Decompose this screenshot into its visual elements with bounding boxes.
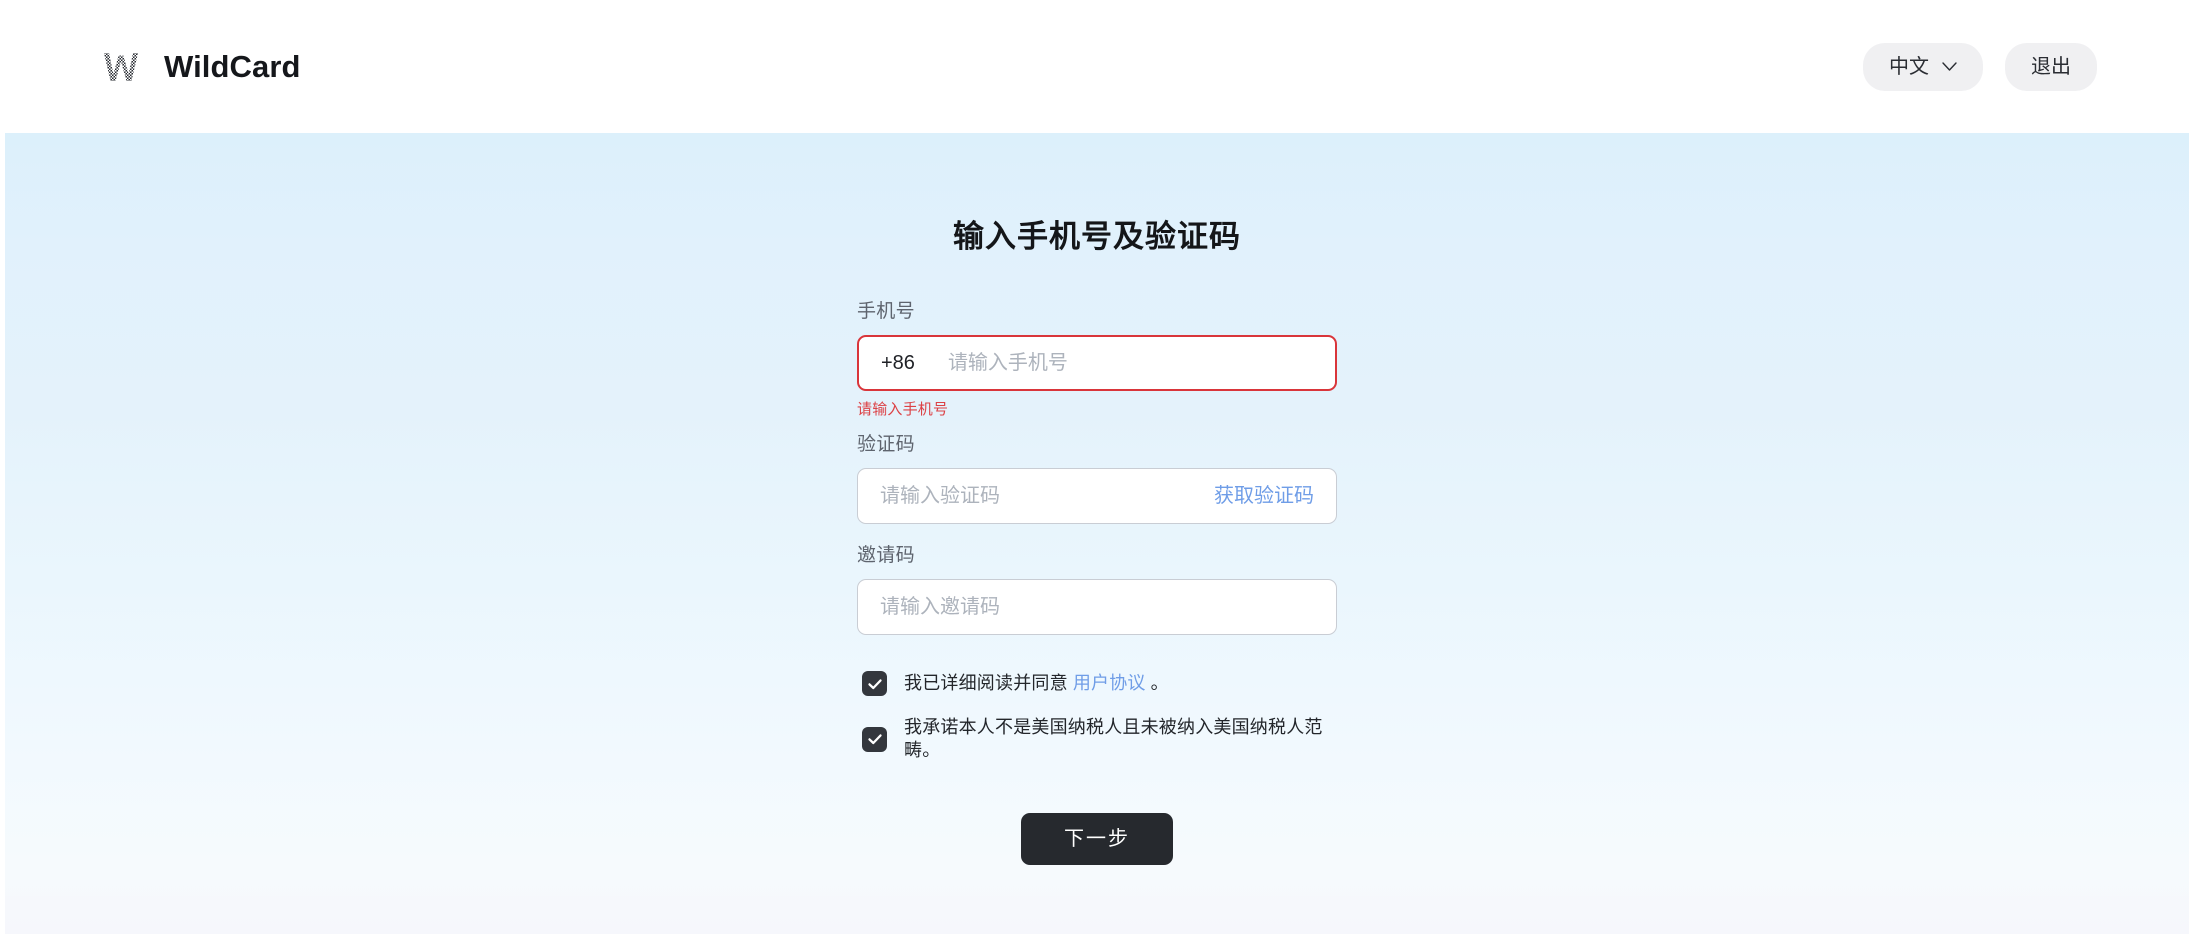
invite-code-label: 邀请码 [857,545,915,566]
phone-input[interactable] [947,337,1313,389]
header-actions: 中文 退出 [1863,42,2097,91]
language-selector-label: 中文 [1889,55,1929,78]
page-root: WildCard 中文 退出 输入手机号及验证码 手机号 +86 请输入手机号 … [0,0,2189,934]
logout-button-label: 退出 [2031,55,2071,78]
agreement-user-terms-row[interactable]: 我已详细阅读并同意 用户协议。 [862,671,1337,696]
verification-code-label: 验证码 [857,434,915,455]
verification-code-input[interactable] [880,469,1198,523]
logout-button[interactable]: 退出 [2005,42,2097,91]
page-title: 输入手机号及验证码 [953,219,1241,254]
agreement-user-terms-text: 我已详细阅读并同意 用户协议。 [904,672,1169,695]
country-code: +86 [881,352,915,374]
signup-form: 输入手机号及验证码 手机号 +86 请输入手机号 验证码 获取验证码 [857,133,1337,865]
language-selector-button[interactable]: 中文 [1863,42,1983,91]
brand-name: WildCard [164,49,301,84]
send-code-link[interactable]: 获取验证码 [1214,486,1314,506]
wildcard-w-logo-icon [100,46,142,88]
agreement-prefix: 我已详细阅读并同意 [904,672,1068,693]
phone-label: 手机号 [857,301,915,322]
verification-code-field-group: 验证码 获取验证码 [857,435,1337,524]
submit-row: 下一步 [857,812,1337,865]
agreement-us-tax-text: 我承诺本人不是美国纳税人且未被纳入美国纳税人范畴。 [904,717,1323,761]
brand: WildCard [100,46,301,88]
checkmark-icon[interactable] [862,726,887,752]
invite-code-input-shell[interactable] [857,579,1337,635]
main-content: 输入手机号及验证码 手机号 +86 请输入手机号 验证码 获取验证码 [0,133,2189,934]
agreement-us-tax-row[interactable]: 我承诺本人不是美国纳税人且未被纳入美国纳税人范畴。 [862,716,1337,763]
agreements: 我已详细阅读并同意 用户协议。 我承诺本人不是美国纳税人且未被纳入美国纳税人范畴。 [857,671,1337,763]
app-header: WildCard 中文 退出 [0,0,2189,133]
invite-code-input[interactable] [880,580,1314,634]
phone-field-group: 手机号 +86 请输入手机号 [857,302,1337,417]
verification-code-input-shell[interactable]: 获取验证码 [857,468,1337,524]
phone-input-shell[interactable]: +86 [857,335,1337,391]
invite-code-field-group: 邀请码 [857,546,1337,635]
next-step-button[interactable]: 下一步 [1021,812,1173,865]
chevron-down-icon [1942,62,1957,71]
checkmark-icon[interactable] [862,671,887,696]
phone-error-message: 请输入手机号 [857,401,949,418]
agreement-suffix: 。 [1150,672,1169,693]
user-agreement-link[interactable]: 用户协议 [1073,673,1146,693]
